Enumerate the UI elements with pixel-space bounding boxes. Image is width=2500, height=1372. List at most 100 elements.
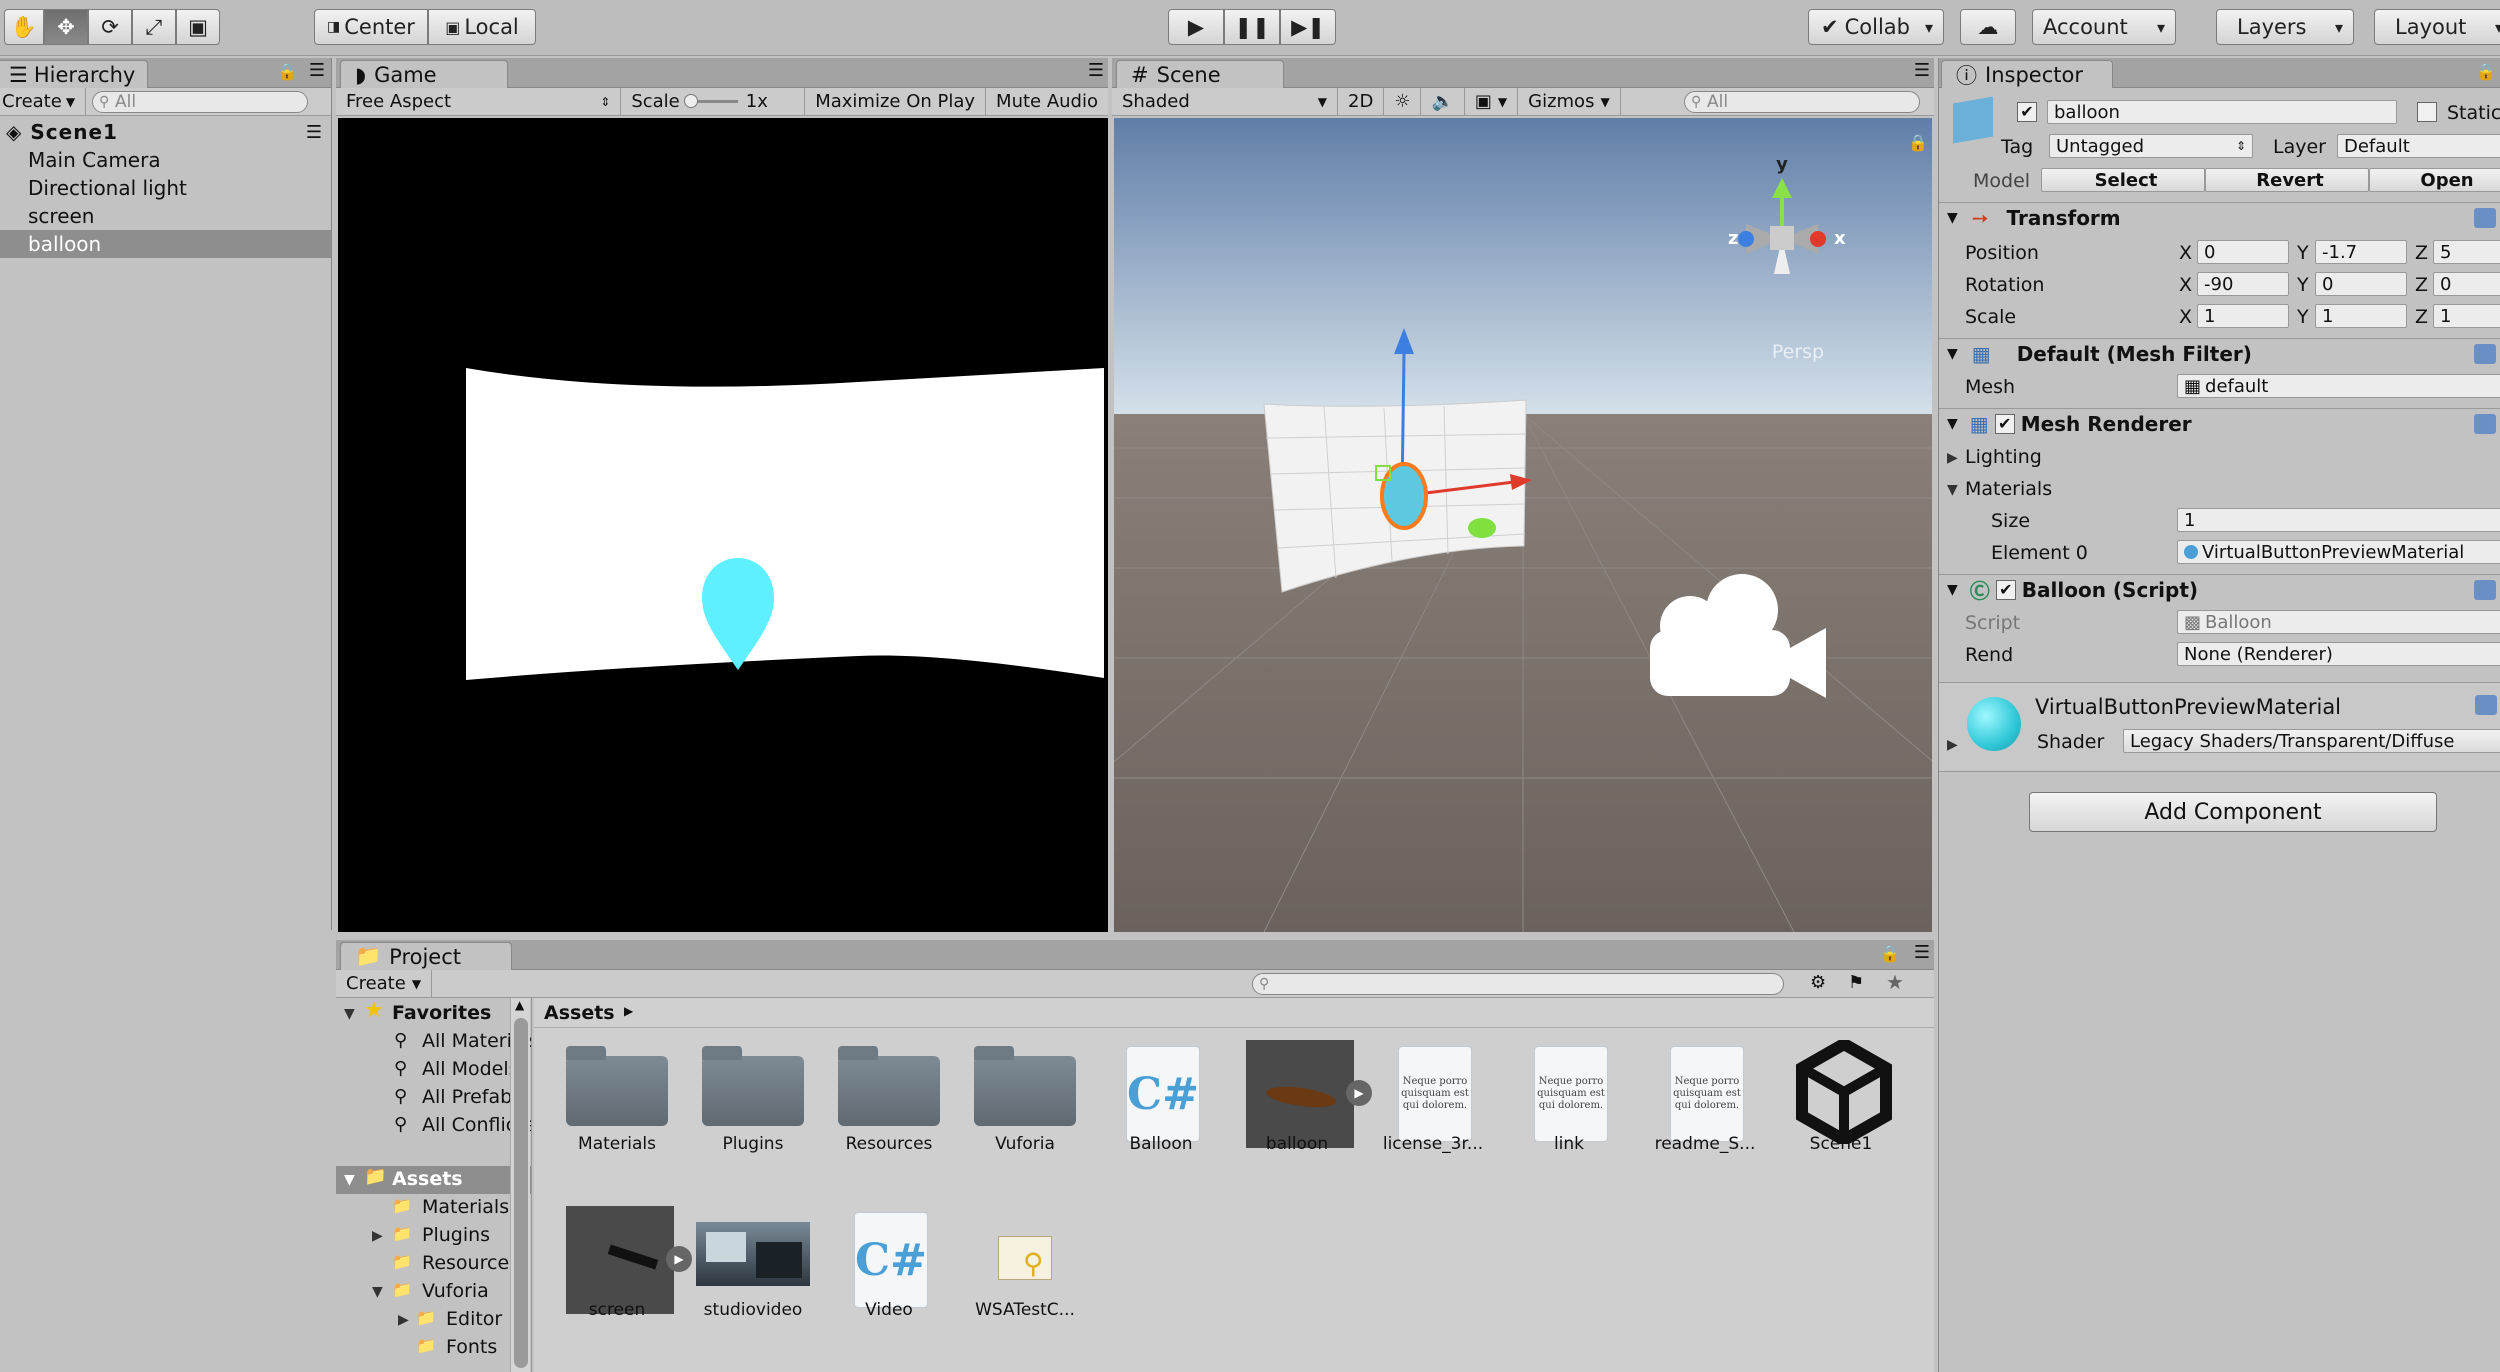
tree-folder-label[interactable]: Editor	[446, 1308, 502, 1330]
layer-dropdown[interactable]: Default	[2337, 134, 2500, 158]
project-search-input[interactable]: ⚲	[1252, 973, 1784, 995]
aspect-dropdown[interactable]: Free Aspect ⇕	[336, 88, 622, 115]
persp-label[interactable]: Persp	[1772, 341, 1824, 363]
scene-viewport[interactable]: y x z Persp 🔒	[1114, 118, 1932, 932]
collab-dropdown[interactable]: ✔ Collab	[1808, 9, 1944, 45]
audio-toggle[interactable]: 🔈	[1421, 88, 1465, 115]
tree-folder-label[interactable]: Fonts	[446, 1336, 497, 1358]
favorites-label[interactable]: Favorites	[392, 1002, 491, 1024]
favorite-item[interactable]: All Models	[422, 1058, 519, 1080]
help-icon[interactable]	[2474, 580, 2496, 600]
foldout-open-icon[interactable]: ▼	[1947, 482, 1958, 498]
foldout-closed-icon[interactable]: ▶	[372, 1228, 383, 1244]
script-enabled-checkbox[interactable]: ✔	[1995, 579, 2016, 600]
hierarchy-item-selected[interactable]: balloon	[0, 230, 331, 258]
foldout-open-icon[interactable]: ▼	[344, 1006, 355, 1022]
cloud-button[interactable]: ☁	[1960, 9, 2016, 45]
tree-folder-label[interactable]: Plugins	[422, 1224, 490, 1246]
layout-dropdown[interactable]: Layout	[2374, 9, 2500, 45]
assets-root-row[interactable]: ▼ 📁 Assets	[336, 1166, 531, 1194]
tab-project[interactable]: 📁 Project	[340, 942, 512, 970]
scale-y-field[interactable]: 1	[2315, 304, 2407, 328]
play-button[interactable]: ▶	[1168, 9, 1224, 45]
filter-by-type-icon[interactable]: ⚙	[1810, 972, 1826, 993]
position-y-field[interactable]: -1.7	[2315, 240, 2407, 264]
expand-arrow-icon[interactable]: ▶	[1346, 1080, 1372, 1106]
lock-icon[interactable]: 🔒	[277, 62, 297, 81]
mesh-renderer-header[interactable]: ▼ ▦ ✔ Mesh Renderer	[1939, 408, 2500, 438]
mute-audio-toggle[interactable]: Mute Audio	[986, 88, 1108, 115]
lock-icon[interactable]: 🔒	[1880, 944, 1900, 963]
rect-tool-icon[interactable]: ▣	[176, 9, 220, 45]
lock-icon[interactable]: 🔒	[2476, 62, 2496, 81]
expand-arrow-icon[interactable]: ▶	[666, 1246, 692, 1272]
mesh-object-field[interactable]: ▦ default	[2177, 374, 2500, 398]
materials-label[interactable]: Materials	[1965, 478, 2052, 500]
tab-inspector[interactable]: ⓘ Inspector	[1941, 60, 2113, 88]
label-tag-icon[interactable]: ⚑	[1848, 972, 1864, 993]
rotation-x-field[interactable]: -90	[2197, 272, 2289, 296]
lighting-toggle[interactable]: ☼	[1384, 88, 1422, 115]
model-select-button[interactable]: Select	[2041, 168, 2205, 192]
position-z-field[interactable]: 5	[2433, 240, 2500, 264]
renderer-enabled-checkbox[interactable]: ✔	[1994, 413, 2015, 434]
tree-folder-label[interactable]: Materials	[422, 1196, 509, 1218]
pivot-local-button[interactable]: ▣ Local	[428, 9, 536, 45]
foldout-closed-icon[interactable]: ▶	[398, 1312, 409, 1328]
tag-dropdown[interactable]: Untagged ⇕	[2049, 134, 2253, 158]
scene-root-row[interactable]: ◈ Scene1 ☰	[0, 118, 331, 146]
tab-game[interactable]: ◗ Game	[340, 60, 508, 88]
hierarchy-search-input[interactable]: ⚲ All	[92, 91, 308, 113]
scrollbar-thumb[interactable]	[514, 1018, 528, 1368]
scale-x-field[interactable]: 1	[2197, 304, 2289, 328]
hierarchy-item[interactable]: Directional light	[0, 174, 331, 202]
account-dropdown[interactable]: Account	[2032, 9, 2176, 45]
help-icon[interactable]	[2475, 695, 2497, 715]
breadcrumb-assets[interactable]: Assets	[544, 1002, 615, 1024]
active-checkbox[interactable]: ✔	[2017, 102, 2037, 122]
hierarchy-item[interactable]: screen	[0, 202, 331, 230]
foldout-closed-icon[interactable]: ▶	[1947, 737, 1958, 753]
shading-dropdown[interactable]: Shaded ▼	[1112, 88, 1338, 115]
mode-2d-toggle[interactable]: 2D	[1338, 88, 1385, 115]
foldout-open-icon[interactable]: ▼	[372, 1284, 383, 1300]
scale-z-field[interactable]: 1	[2433, 304, 2500, 328]
help-icon[interactable]	[2474, 414, 2496, 434]
star-icon[interactable]: ★	[1886, 970, 1904, 994]
layers-dropdown[interactable]: Layers	[2216, 9, 2354, 45]
scroll-up-icon[interactable]: ▲	[515, 998, 524, 1012]
gizmos-dropdown[interactable]: Gizmos ▼	[1518, 88, 1621, 115]
panel-menu-icon[interactable]: ☰	[1088, 60, 1104, 81]
static-checkbox[interactable]	[2417, 102, 2437, 122]
rotation-z-field[interactable]: 0	[2433, 272, 2500, 296]
scene-search-input[interactable]: ⚲ All	[1684, 91, 1920, 113]
add-component-button[interactable]: Add Component	[2029, 792, 2437, 832]
create-dropdown[interactable]: Create ▼	[336, 970, 433, 997]
tree-folder-label[interactable]: Vuforia	[422, 1280, 489, 1302]
create-dropdown[interactable]: Create ▼	[0, 88, 87, 115]
tree-scrollbar[interactable]: ▲	[510, 998, 530, 1372]
tab-scene[interactable]: # Scene	[1116, 60, 1284, 88]
panel-menu-icon[interactable]: ☰	[1914, 60, 1930, 81]
move-tool-icon[interactable]: ✥	[44, 9, 88, 45]
game-viewport[interactable]	[338, 118, 1108, 932]
position-x-field[interactable]: 0	[2197, 240, 2289, 264]
scale-slider[interactable]	[683, 94, 738, 108]
transform-header[interactable]: ▼ ➙ Transform	[1939, 202, 2500, 232]
model-open-button[interactable]: Open	[2369, 168, 2500, 192]
help-icon[interactable]	[2474, 208, 2496, 228]
object-name-input[interactable]: balloon	[2047, 100, 2397, 124]
model-revert-button[interactable]: Revert	[2205, 168, 2369, 192]
panel-menu-icon[interactable]: ☰	[1914, 942, 1930, 963]
help-icon[interactable]	[2474, 344, 2496, 364]
scene-menu-icon[interactable]: ☰	[306, 122, 323, 143]
slider-thumb[interactable]	[683, 94, 698, 108]
step-button[interactable]: ▶❚	[1280, 9, 1336, 45]
hierarchy-item[interactable]: Main Camera	[0, 146, 331, 174]
tab-hierarchy[interactable]: ☰ Hierarchy	[0, 60, 148, 88]
maximize-on-play-toggle[interactable]: Maximize On Play	[805, 88, 987, 115]
pause-button[interactable]: ❚❚	[1224, 9, 1280, 45]
panel-menu-icon[interactable]: ☰	[309, 60, 325, 81]
shader-dropdown[interactable]: Legacy Shaders/Transparent/Diffuse	[2123, 729, 2500, 753]
mesh-filter-header[interactable]: ▼ ▦ Default (Mesh Filter)	[1939, 338, 2500, 368]
